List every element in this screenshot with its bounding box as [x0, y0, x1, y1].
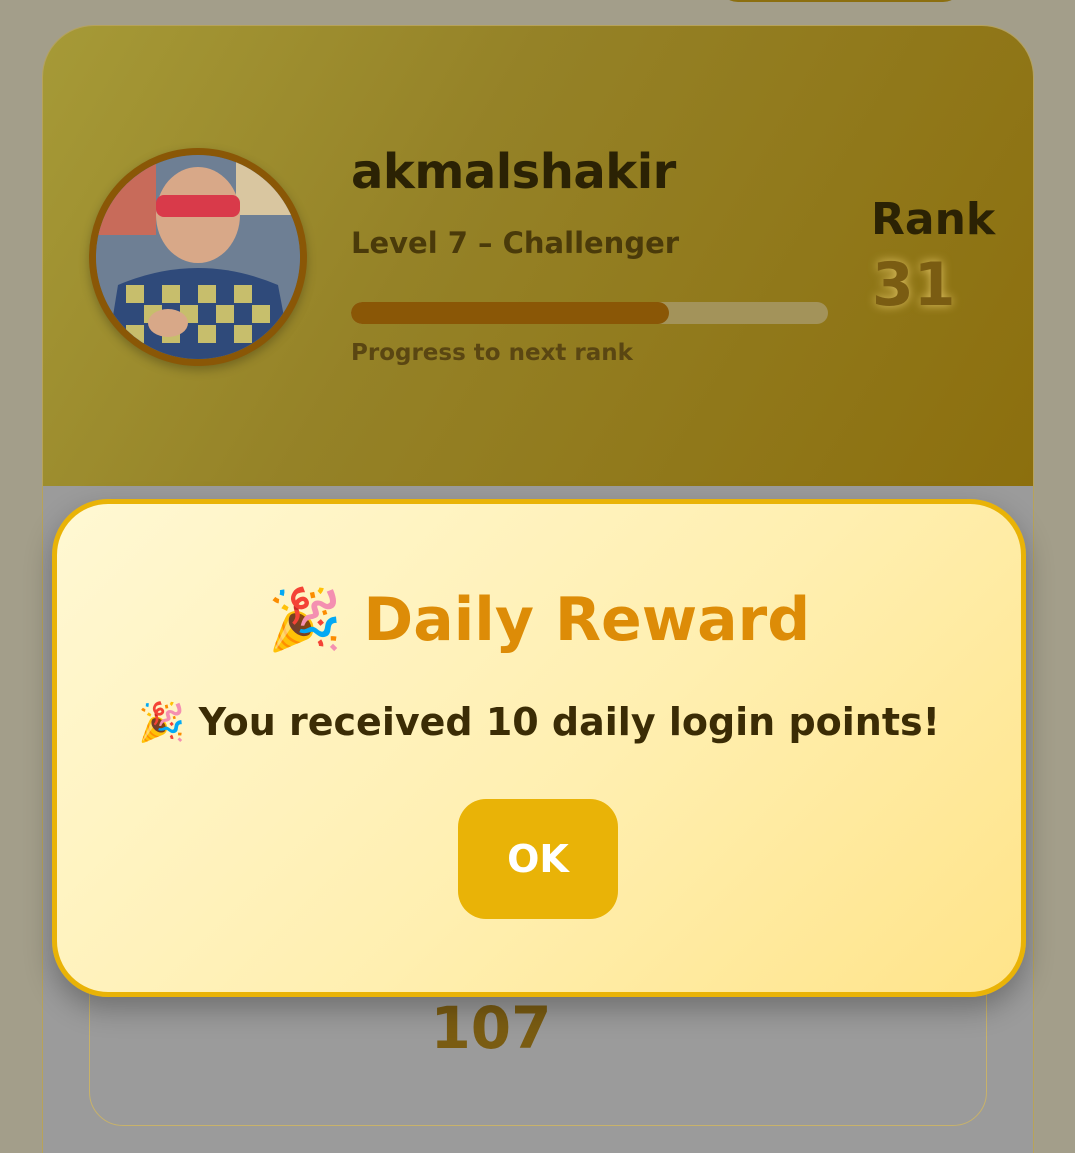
modal-message-text: You received 10 daily login points! [198, 700, 940, 744]
modal-title-text: Daily Reward [363, 585, 811, 655]
level-text: Level 7 – Challenger [351, 226, 680, 260]
party-popper-icon: 🎉 [267, 585, 343, 655]
profile-header: akmalshakir Level 7 – Challenger Progres… [43, 26, 1033, 486]
ok-button[interactable]: OK [458, 799, 618, 919]
points-value: 107 [430, 994, 552, 1062]
party-popper-icon: 🎉 [138, 700, 186, 744]
avatar-photo [96, 155, 300, 359]
rank-progress-bar [351, 302, 828, 324]
progress-label: Progress to next rank [351, 340, 633, 366]
top-tab [718, 0, 963, 2]
modal-message: 🎉 You received 10 daily login points! [57, 700, 1021, 745]
rank-label: Rank [871, 194, 996, 245]
daily-reward-modal: 🎉 Daily Reward 🎉 You received 10 daily l… [52, 499, 1026, 997]
modal-title: 🎉 Daily Reward [57, 584, 1021, 655]
rank-progress-fill [351, 302, 670, 324]
avatar [89, 148, 307, 366]
username: akmalshakir [351, 144, 676, 200]
rank-value: 31 [872, 250, 956, 320]
